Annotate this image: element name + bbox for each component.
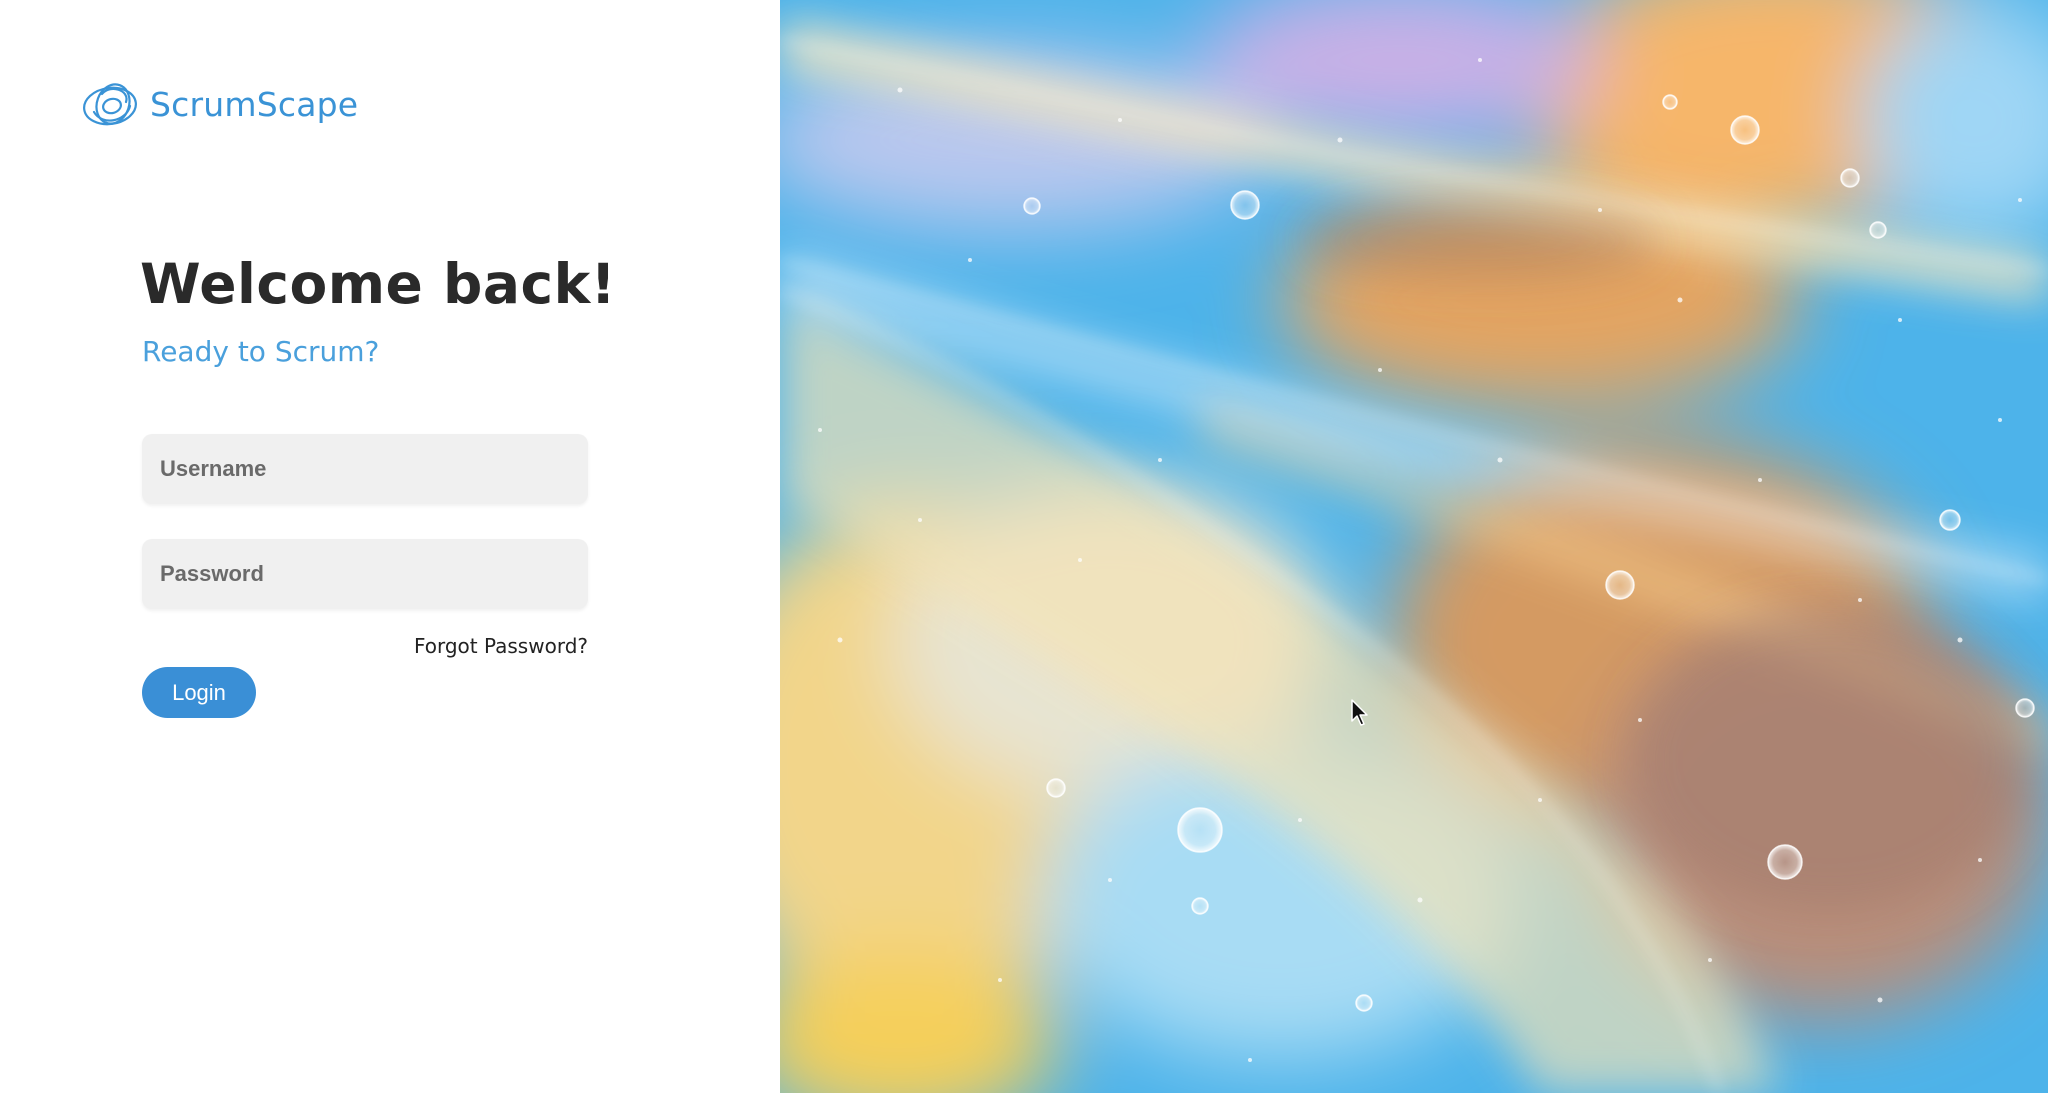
brand-logo: ScrumScape — [80, 76, 358, 132]
page-title: Welcome back! — [140, 252, 617, 316]
hero-image — [780, 0, 2048, 1093]
login-panel: ScrumScape Welcome back! Ready to Scrum?… — [0, 0, 780, 1093]
username-input[interactable] — [142, 434, 588, 504]
page-subtitle: Ready to Scrum? — [142, 335, 380, 368]
forgot-password-link[interactable]: Forgot Password? — [414, 634, 588, 658]
login-page: ScrumScape Welcome back! Ready to Scrum?… — [0, 0, 2048, 1093]
password-input[interactable] — [142, 539, 588, 609]
brand-name: ScrumScape — [150, 84, 359, 124]
swirl-logo-icon — [83, 83, 137, 126]
mouse-cursor-icon — [1351, 699, 1368, 726]
login-button[interactable]: Login — [142, 667, 256, 718]
abstract-oil-bubbles-image — [780, 0, 2048, 1093]
